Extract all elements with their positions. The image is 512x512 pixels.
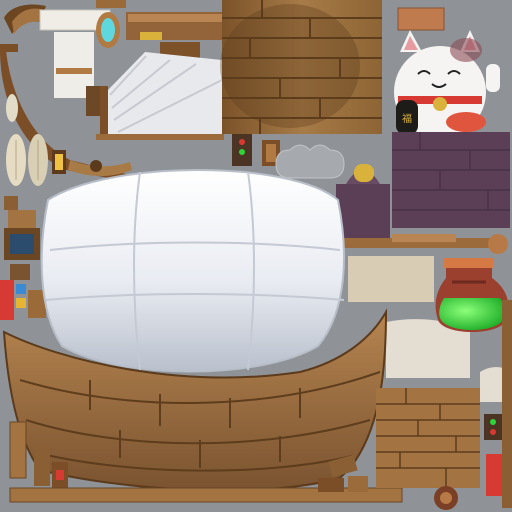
balloon-envelope [40,169,345,373]
small-brick [397,7,445,31]
wheel-coin [434,486,458,510]
texture-atlas: 福 [0,0,512,512]
lantern [52,150,66,174]
svg-text:福: 福 [402,112,412,125]
wood-planks-top [220,0,382,134]
cloud-cutout [275,144,345,179]
small-crate [86,86,100,116]
wood-planks-bottom [376,388,480,488]
